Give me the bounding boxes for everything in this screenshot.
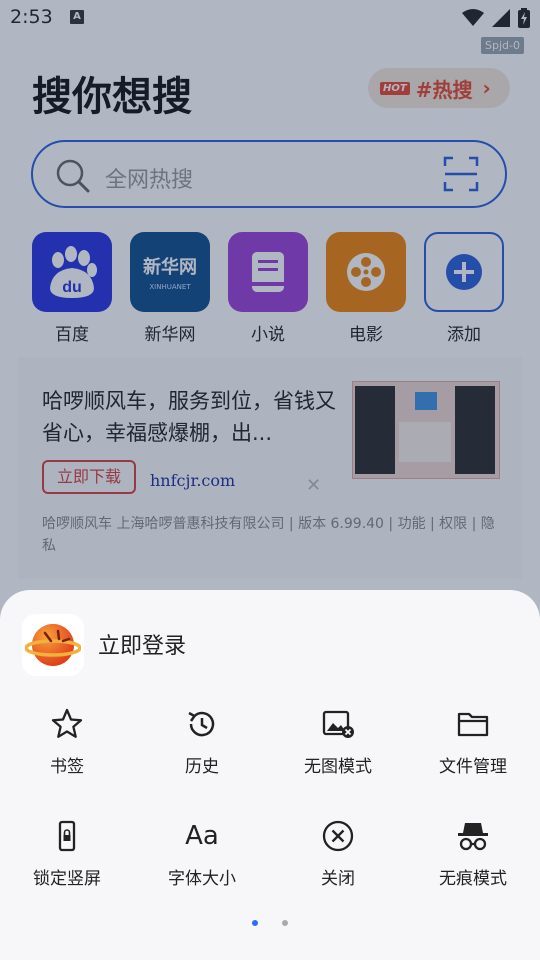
menu-label: 字体大小 (168, 869, 236, 889)
menu-file-manager[interactable]: 文件管理 (413, 706, 533, 777)
close-circle-icon (278, 818, 398, 854)
star-icon (7, 706, 127, 742)
login-label[interactable]: 立即登录 (98, 628, 186, 660)
menu-incognito[interactable]: 无痕模式 (413, 818, 533, 889)
menu-bookmarks[interactable]: 书签 (7, 706, 127, 777)
menu-close[interactable]: 关闭 (278, 818, 398, 889)
menu-label: 文件管理 (439, 757, 507, 777)
history-icon (142, 706, 262, 742)
menu-sheet: 立即登录 书签 历史 无图模式 文件管理 锁定竖屏 Aa 字体大小 关闭 无痕模… (0, 590, 540, 960)
planet-icon (25, 624, 81, 666)
menu-label: 无图模式 (304, 757, 372, 777)
menu-label: 无痕模式 (439, 869, 507, 889)
font-size-glyph: Aa (185, 821, 219, 851)
no-image-icon (278, 706, 398, 742)
folder-icon (413, 706, 533, 742)
avatar[interactable] (22, 614, 84, 676)
menu-label: 锁定竖屏 (33, 869, 101, 889)
menu-history[interactable]: 历史 (142, 706, 262, 777)
menu-label: 历史 (185, 757, 219, 777)
incognito-icon (413, 818, 533, 854)
menu-no-image[interactable]: 无图模式 (278, 706, 398, 777)
page-dot-active[interactable] (252, 920, 258, 926)
browser-home: 2:53 A Spjd-0 搜你想搜 HOT #热搜 › 全网热搜 du 百度 … (0, 0, 540, 960)
menu-label: 书签 (50, 757, 84, 777)
menu-label: 关闭 (321, 869, 355, 889)
menu-lock-portrait[interactable]: 锁定竖屏 (7, 818, 127, 889)
lock-portrait-icon (7, 818, 127, 854)
font-size-icon: Aa (142, 818, 262, 854)
page-dot[interactable] (282, 920, 288, 926)
menu-font-size[interactable]: Aa 字体大小 (142, 818, 262, 889)
page-indicator (252, 920, 288, 926)
